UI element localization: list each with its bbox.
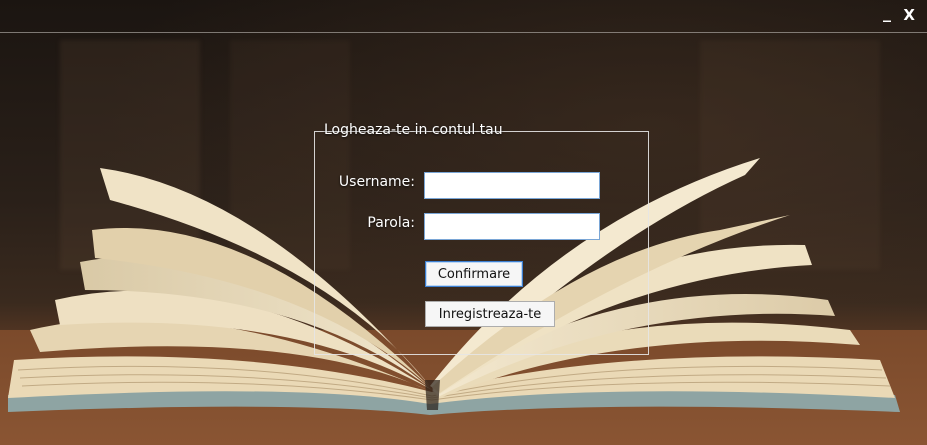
- username-input[interactable]: [424, 172, 600, 199]
- login-window: _ X Logheaza-te in contul tau Username: …: [0, 0, 927, 445]
- login-groupbox-title: Logheaza-te in contul tau: [324, 122, 503, 138]
- password-label: Parola:: [367, 215, 415, 231]
- register-button[interactable]: Inregistreaza-te: [425, 301, 555, 327]
- close-button[interactable]: X: [903, 6, 915, 24]
- confirm-button[interactable]: Confirmare: [425, 261, 523, 287]
- username-label: Username:: [338, 174, 415, 190]
- password-input[interactable]: [424, 213, 600, 240]
- minimize-button[interactable]: _: [883, 3, 891, 22]
- login-groupbox: Logheaza-te in contul tau Username: Paro…: [314, 122, 649, 355]
- title-bar: _ X: [0, 0, 927, 33]
